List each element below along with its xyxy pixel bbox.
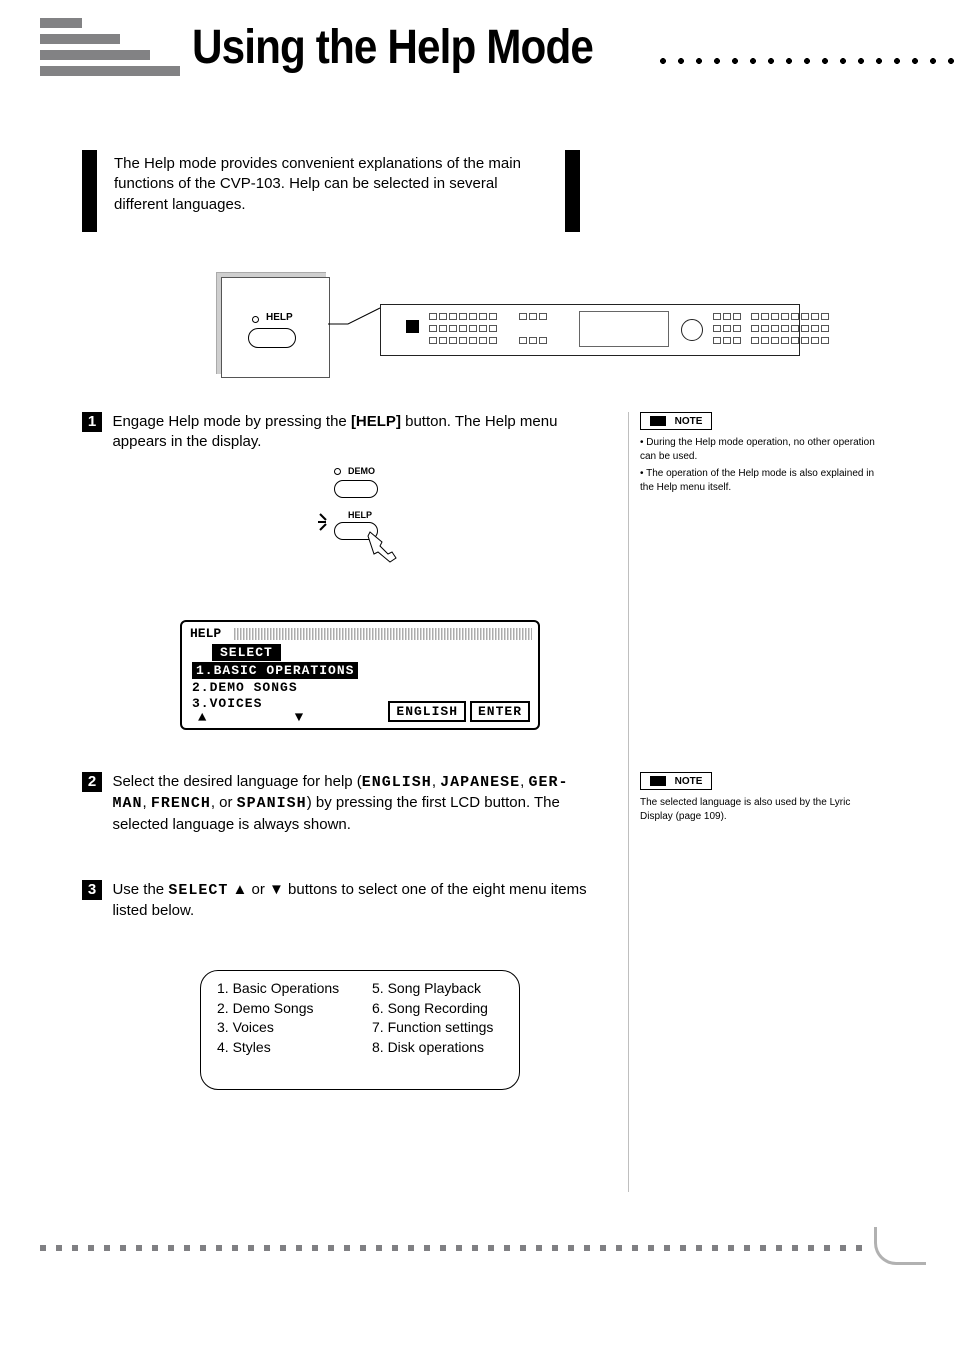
note-label: NOTE [675,416,703,427]
note-box-1: NOTE • During the Help mode operation, n… [640,412,880,494]
step-2-text: Select the desired language for help (EN… [112,772,592,835]
note-header: NOTE [640,412,712,430]
header-bar [40,66,180,76]
lcd-menu-item-2: 2.DEMO SONGS [192,680,298,695]
intro-text: The Help mode provides convenient explan… [82,150,580,219]
intro-block: The Help mode provides convenient explan… [82,150,580,219]
help-button-label: HELP [266,312,293,323]
topic-1: 1. Basic Operations [217,979,348,999]
header-dot-leader [654,57,954,65]
intro-bar-left [82,150,97,232]
header-bar-stack [40,18,180,76]
header-bar [40,50,150,60]
step-1: 1 Engage Help mode by pressing the [HELP… [82,412,602,453]
note-keyboard-icon [650,776,666,786]
help-button-shape [248,328,296,348]
lang-german-a: GER- [529,774,569,791]
lang-spanish: SPANISH [237,795,307,812]
panel-button-row [429,337,547,344]
page-title: Using the Help Mode [192,20,593,75]
topic-5: 5. Song Playback [372,979,503,999]
lcd-menu-item-3: 3.VOICES [192,696,262,711]
intro-bar-right [565,150,580,232]
led-indicator [252,316,259,323]
up-down-ref: ▲ or ▼ [228,881,284,898]
control-panel-illustration [380,304,800,356]
topic-2: 2. Demo Songs [217,999,348,1019]
lcd-title: HELP [190,626,221,641]
topic-8: 8. Disk operations [372,1038,503,1058]
step-number-2: 2 [82,772,102,792]
step-2-body-pre: Select the desired language for help ( [112,773,361,790]
step-3-text: Use the SELECT ▲ or ▼ buttons to select … [112,880,592,922]
panel-button-row [713,337,829,344]
panel-lcd-area [579,311,669,347]
column-divider [628,412,629,1192]
lcd-help-menu: HELP SELECT 1.BASIC OPERATIONS 2.DEMO SO… [180,620,540,730]
note-2-body: The selected language is also used by th… [640,796,880,823]
lang-sep-or: , or [211,794,237,811]
callout-line [328,284,388,338]
lcd-title-rule [234,628,532,640]
header-bar [40,18,82,28]
lang-german-b: MAN [112,795,142,812]
step-1-body-a: Engage Help mode by pressing the [112,413,350,430]
lang-french: FRENCH [151,795,211,812]
step-1-text: Engage Help mode by pressing the [HELP] … [112,412,592,453]
lcd-enter-button: ENTER [470,701,530,722]
hand-press-icon [366,528,394,556]
step-3: 3 Use the SELECT ▲ or ▼ buttons to selec… [82,880,602,922]
demo-button-shape [334,480,378,498]
demo-label: DEMO [348,466,375,476]
step-number-3: 3 [82,880,102,900]
topic-6: 6. Song Recording [372,999,503,1019]
lang-japanese: JAPANESE [440,774,520,791]
note-label: NOTE [675,776,703,787]
panel-button-row [713,313,829,320]
step-3-body-pre: Use the [112,881,168,898]
page-header: Using the Help Mode [40,18,954,76]
lcd-select-label: SELECT [212,644,281,661]
note-box-2: NOTE The selected language is also used … [640,772,880,823]
lcd-english-button: ENGLISH [388,701,466,722]
panel-dial [681,319,703,341]
footer-bracket [874,1227,926,1265]
help-button-illustration: HELP [216,272,326,374]
help-button-ref: [HELP] [351,413,401,430]
lang-english: ENGLISH [362,774,432,791]
note-1-line-1: • During the Help mode operation, no oth… [640,436,880,463]
help-button-illustration-inner: HELP [221,277,330,378]
topic-3: 3. Voices [217,1018,348,1038]
topic-list-box: 1. Basic Operations 2. Demo Songs 3. Voi… [200,970,520,1090]
led-indicator [334,468,341,475]
topic-7: 7. Function settings [372,1018,503,1038]
note-keyboard-icon [650,416,666,426]
step-2: 2 Select the desired language for help (… [82,772,602,835]
demo-help-press-illustration: DEMO HELP [320,468,410,568]
lcd-menu-item-1-selected: 1.BASIC OPERATIONS [192,662,358,679]
step-number-1: 1 [82,412,102,432]
panel-button-row [429,313,547,320]
panel-button-row [713,325,829,332]
topic-4: 4. Styles [217,1038,348,1058]
note-header: NOTE [640,772,712,790]
lcd-up-down-arrows: ▲ ▼ [198,710,343,726]
footer-dot-rule [40,1245,870,1251]
header-bar [40,34,120,44]
select-ref: SELECT [168,882,228,899]
help-label: HELP [348,510,372,520]
note-1-line-2: • The operation of the Help mode is also… [640,467,880,494]
panel-highlight-help [406,320,419,333]
panel-button-row [429,325,497,332]
